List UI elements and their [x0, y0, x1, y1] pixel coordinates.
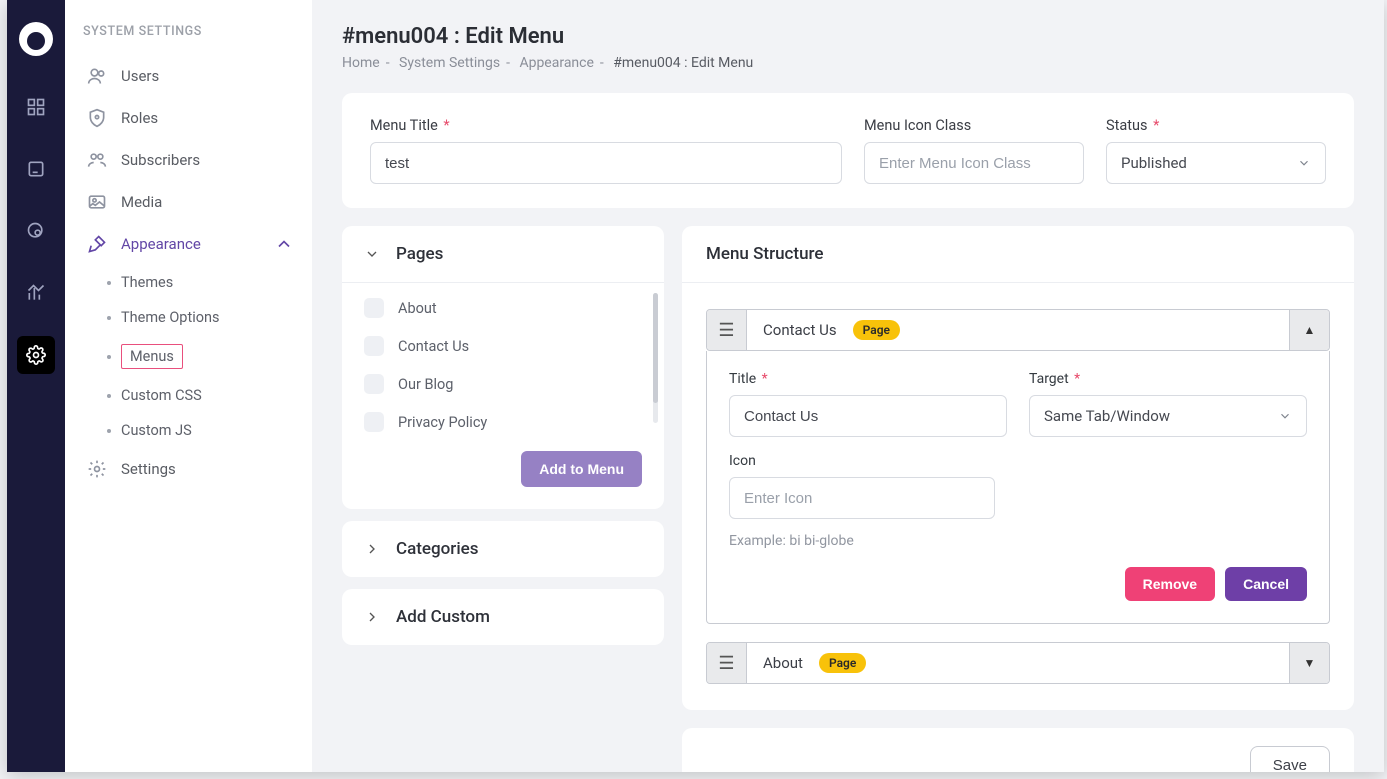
scrollbar[interactable]	[653, 293, 658, 423]
drag-handle-icon[interactable]: ☰	[707, 643, 747, 683]
breadcrumb: Home- System Settings- Appearance- #menu…	[342, 55, 1354, 71]
type-badge: Page	[853, 320, 900, 340]
sidebar-heading: SYSTEM SETTINGS	[83, 24, 298, 39]
menu-meta-card: Menu Title * Menu Icon Class Status * Pu…	[342, 93, 1354, 208]
menu-title-label: Menu Title *	[370, 117, 842, 134]
menu-structure-heading: Menu Structure	[682, 226, 1354, 283]
chevron-up-icon	[274, 234, 294, 254]
sidebar-item-label: Media	[121, 193, 162, 211]
sidebar-item-appearance[interactable]: Appearance	[83, 223, 298, 265]
remove-button[interactable]: Remove	[1125, 567, 1215, 601]
breadcrumb-system[interactable]: System Settings	[399, 55, 500, 71]
appearance-icon	[87, 234, 107, 254]
type-badge: Page	[819, 653, 866, 673]
pages-accordion: Pages About Contact Us Our Blog Privacy …	[342, 226, 664, 509]
sub-item-themes[interactable]: Themes	[103, 265, 298, 300]
menu-item-label: Contact Us	[763, 321, 837, 339]
app-logo	[19, 22, 53, 56]
sidebar-item-media[interactable]: Media	[83, 181, 298, 223]
grid-icon	[26, 97, 46, 117]
menu-structure-card: Menu Structure ☰ Contact Us Page ▲	[682, 226, 1354, 710]
add-to-menu-button[interactable]: Add to Menu	[521, 451, 642, 487]
save-button[interactable]: Save	[1250, 746, 1330, 772]
menu-title-input[interactable]	[370, 142, 842, 184]
page-item[interactable]: About	[364, 289, 642, 327]
sub-item-custom-js[interactable]: Custom JS	[103, 413, 298, 448]
page-item[interactable]: Our Blog	[364, 365, 642, 403]
search-globe-icon	[26, 221, 46, 241]
checkbox[interactable]	[364, 298, 384, 318]
menu-status-select[interactable]: Published	[1106, 142, 1326, 184]
chevron-down-icon	[1297, 156, 1311, 170]
cog-icon	[87, 459, 107, 479]
chevron-down-icon	[1278, 409, 1292, 423]
pages-accordion-head[interactable]: Pages	[342, 226, 664, 282]
sub-item-menus[interactable]: Menus	[103, 335, 298, 378]
item-icon-hint: Example: bi bi-globe	[729, 533, 995, 549]
custom-accordion: Add Custom	[342, 589, 664, 645]
breadcrumb-home[interactable]: Home	[342, 55, 380, 71]
breadcrumb-current: #menu004 : Edit Menu	[613, 55, 753, 71]
page-item[interactable]: Contact Us	[364, 327, 642, 365]
sidebar-item-users[interactable]: Users	[83, 55, 298, 97]
shield-icon	[87, 108, 107, 128]
sidebar-item-label: Roles	[121, 109, 158, 127]
menu-item-row: ☰ About Page ▼	[706, 642, 1330, 684]
sidebar-item-label: Appearance	[121, 235, 201, 253]
sub-item-custom-css[interactable]: Custom CSS	[103, 378, 298, 413]
menu-item-label: About	[763, 654, 803, 672]
gear-icon	[26, 345, 46, 365]
menu-item-detail: Title * Target * Same Tab/Window	[706, 351, 1330, 624]
page-title: #menu004 : Edit Menu	[342, 24, 1354, 49]
nav-rail	[7, 0, 65, 772]
users-icon	[87, 66, 107, 86]
page-item[interactable]: Privacy Policy	[364, 403, 642, 441]
rail-search[interactable]	[17, 212, 55, 250]
item-title-input[interactable]	[729, 395, 1007, 437]
main-content: #menu004 : Edit Menu Home- System Settin…	[312, 0, 1384, 772]
menu-iconclass-input[interactable]	[864, 142, 1084, 184]
collapse-toggle[interactable]: ▲	[1289, 310, 1329, 350]
drag-handle-icon[interactable]: ☰	[707, 310, 747, 350]
chevron-right-icon	[364, 609, 380, 625]
custom-accordion-head[interactable]: Add Custom	[342, 589, 664, 645]
rail-dashboard[interactable]	[17, 88, 55, 126]
save-bar: Save	[682, 728, 1354, 772]
chevron-down-icon	[364, 246, 380, 262]
checkbox[interactable]	[364, 374, 384, 394]
subscribers-icon	[87, 150, 107, 170]
item-target-select[interactable]: Same Tab/Window	[1029, 395, 1307, 437]
sidebar-item-settings[interactable]: Settings	[83, 448, 298, 490]
expand-toggle[interactable]: ▼	[1289, 643, 1329, 683]
categories-accordion-head[interactable]: Categories	[342, 521, 664, 577]
sidebar-item-roles[interactable]: Roles	[83, 97, 298, 139]
sidebar-item-label: Settings	[121, 460, 176, 478]
breadcrumb-appearance[interactable]: Appearance	[519, 55, 593, 71]
checkbox[interactable]	[364, 336, 384, 356]
cancel-button[interactable]: Cancel	[1225, 567, 1307, 601]
menu-iconclass-label: Menu Icon Class	[864, 117, 1084, 134]
sidebar: SYSTEM SETTINGS Users Roles Subscribers …	[65, 0, 312, 772]
rail-analytics[interactable]	[17, 274, 55, 312]
sub-item-theme-options[interactable]: Theme Options	[103, 300, 298, 335]
sidebar-item-subscribers[interactable]: Subscribers	[83, 139, 298, 181]
menu-status-label: Status *	[1106, 117, 1326, 134]
image-icon	[87, 192, 107, 212]
item-target-label: Target *	[1029, 371, 1307, 387]
item-icon-label: Icon	[729, 453, 995, 469]
rail-settings[interactable]	[17, 336, 55, 374]
item-icon-input[interactable]	[729, 477, 995, 519]
appearance-submenu: Themes Theme Options Menus Custom CSS Cu…	[83, 265, 298, 448]
sidebar-item-label: Subscribers	[121, 151, 200, 169]
sidebar-item-label: Users	[121, 67, 159, 85]
page-icon	[26, 159, 46, 179]
item-title-label: Title *	[729, 371, 1007, 387]
checkbox[interactable]	[364, 412, 384, 432]
rail-pages[interactable]	[17, 150, 55, 188]
categories-accordion: Categories	[342, 521, 664, 577]
menu-item-row: ☰ Contact Us Page ▲	[706, 309, 1330, 351]
chart-icon	[26, 283, 46, 303]
chevron-right-icon	[364, 541, 380, 557]
